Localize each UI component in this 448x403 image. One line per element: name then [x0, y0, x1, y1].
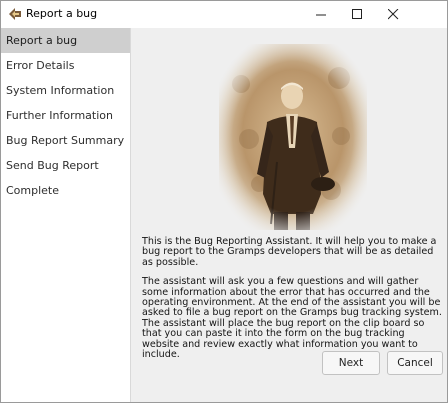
sidebar-item-send-bug-report[interactable]: Send Bug Report — [1, 153, 130, 178]
sidebar-item-bug-report-summary[interactable]: Bug Report Summary — [1, 128, 130, 153]
minimize-button[interactable] — [303, 1, 339, 27]
sidebar-item-further-information[interactable]: Further Information — [1, 103, 130, 128]
sidebar-item-system-information[interactable]: System Information — [1, 78, 130, 103]
close-button[interactable] — [375, 1, 411, 27]
assistant-steps-sidebar: Report a bug Error Details System Inform… — [1, 28, 131, 402]
assistant-content: This is the Bug Reporting Assistant. It … — [131, 28, 447, 402]
maximize-button[interactable] — [339, 1, 375, 27]
description-paragraph: The assistant will ask you a few questio… — [142, 276, 442, 361]
gramps-app-icon — [9, 8, 21, 20]
sidebar-item-error-details[interactable]: Error Details — [1, 53, 130, 78]
intro-paragraph: This is the Bug Reporting Assistant. It … — [142, 236, 437, 268]
assistant-description: This is the Bug Reporting Assistant. It … — [142, 236, 442, 369]
window-title: Report a bug — [26, 7, 98, 20]
title-bar[interactable]: Report a bug — [1, 1, 447, 27]
bug-report-window: Report a bug Report a bug Error Details … — [0, 0, 448, 403]
close-icon — [387, 8, 398, 19]
next-button[interactable]: Next — [322, 351, 380, 375]
sidebar-item-complete[interactable]: Complete — [1, 178, 130, 203]
sidebar-item-report-a-bug[interactable]: Report a bug — [1, 28, 130, 53]
minimize-icon — [315, 14, 326, 15]
cancel-button[interactable]: Cancel — [387, 351, 443, 375]
sepia-portrait-photo — [219, 44, 367, 230]
maximize-icon — [351, 8, 362, 19]
